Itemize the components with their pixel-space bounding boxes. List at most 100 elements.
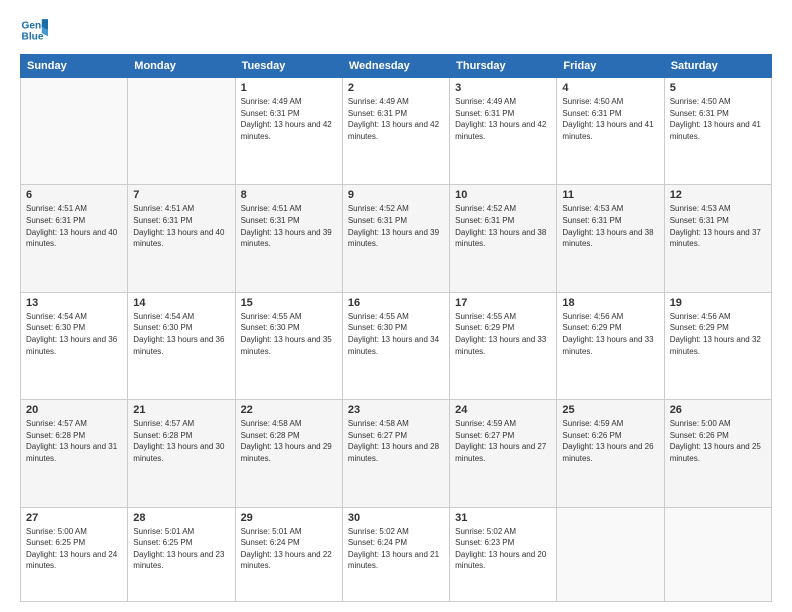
day-info: Sunrise: 4:58 AM Sunset: 6:28 PM Dayligh… — [241, 418, 337, 464]
day-number: 17 — [455, 297, 551, 309]
calendar-week-row: 1 Sunrise: 4:49 AM Sunset: 6:31 PM Daylig… — [21, 78, 772, 185]
logo-icon: General Blue — [20, 16, 48, 44]
day-number: 1 — [241, 82, 337, 94]
weekday-header-cell: Wednesday — [342, 55, 449, 78]
calendar-day-cell: 31Sunrise: 5:02 AM Sunset: 6:23 PM Dayli… — [450, 507, 557, 601]
day-number: 22 — [241, 404, 337, 416]
day-number: 12 — [670, 189, 766, 201]
day-number: 5 — [670, 82, 766, 94]
day-number: 29 — [241, 512, 337, 524]
calendar-day-cell: 20 Sunrise: 4:57 AM Sunset: 6:28 PM Dayli… — [21, 400, 128, 507]
calendar-day-cell: 28 Sunrise: 5:01 AM Sunset: 6:25 PM Dayli… — [128, 507, 235, 601]
day-number: 23 — [348, 404, 444, 416]
day-info: Sunrise: 4:56 AM Sunset: 6:29 PM Dayligh… — [562, 311, 658, 357]
day-info: Sunrise: 4:53 AM Sunset: 6:31 PM Dayligh… — [670, 203, 766, 249]
weekday-header-cell: Friday — [557, 55, 664, 78]
day-info: Sunrise: 4:51 AM Sunset: 6:31 PM Dayligh… — [133, 203, 229, 249]
weekday-header-cell: Thursday — [450, 55, 557, 78]
day-number: 10 — [455, 189, 551, 201]
day-info: Sunrise: 4:49 AM Sunset: 6:31 PM Dayligh… — [348, 96, 444, 142]
weekday-header-cell: Tuesday — [235, 55, 342, 78]
calendar-day-cell: 7 Sunrise: 4:51 AM Sunset: 6:31 PM Daylig… — [128, 185, 235, 292]
day-number: 9 — [348, 189, 444, 201]
day-number: 6 — [26, 189, 122, 201]
calendar-day-cell: 23Sunrise: 4:58 AM Sunset: 6:27 PM Dayli… — [342, 400, 449, 507]
calendar-day-cell: 24 Sunrise: 4:59 AM Sunset: 6:27 PM Dayli… — [450, 400, 557, 507]
calendar-day-cell: 21Sunrise: 4:57 AM Sunset: 6:28 PM Dayli… — [128, 400, 235, 507]
day-number: 18 — [562, 297, 658, 309]
day-info: Sunrise: 4:55 AM Sunset: 6:30 PM Dayligh… — [241, 311, 337, 357]
calendar-day-cell: 3 Sunrise: 4:49 AM Sunset: 6:31 PM Daylig… — [450, 78, 557, 185]
calendar-day-cell: 6 Sunrise: 4:51 AM Sunset: 6:31 PM Daylig… — [21, 185, 128, 292]
day-info: Sunrise: 4:51 AM Sunset: 6:31 PM Dayligh… — [241, 203, 337, 249]
day-number: 2 — [348, 82, 444, 94]
calendar-week-row: 27 Sunrise: 5:00 AM Sunset: 6:25 PM Dayli… — [21, 507, 772, 601]
day-number: 27 — [26, 512, 122, 524]
day-info: Sunrise: 4:55 AM Sunset: 6:29 PM Dayligh… — [455, 311, 551, 357]
calendar-day-cell — [664, 507, 771, 601]
calendar-day-cell: 19 Sunrise: 4:56 AM Sunset: 6:29 PM Dayli… — [664, 292, 771, 399]
calendar-day-cell: 14 Sunrise: 4:54 AM Sunset: 6:30 PM Dayli… — [128, 292, 235, 399]
day-info: Sunrise: 4:50 AM Sunset: 6:31 PM Dayligh… — [670, 96, 766, 142]
calendar-day-cell: 22 Sunrise: 4:58 AM Sunset: 6:28 PM Dayli… — [235, 400, 342, 507]
calendar-day-cell: 10 Sunrise: 4:52 AM Sunset: 6:31 PM Dayli… — [450, 185, 557, 292]
calendar-day-cell: 17 Sunrise: 4:55 AM Sunset: 6:29 PM Dayli… — [450, 292, 557, 399]
day-info: Sunrise: 4:59 AM Sunset: 6:27 PM Dayligh… — [455, 418, 551, 464]
calendar-day-cell: 9 Sunrise: 4:52 AM Sunset: 6:31 PM Daylig… — [342, 185, 449, 292]
weekday-header-cell: Monday — [128, 55, 235, 78]
day-info: Sunrise: 4:57 AM Sunset: 6:28 PM Dayligh… — [133, 418, 229, 464]
calendar-page: General Blue SundayMondayTuesdayWednesda… — [0, 0, 792, 612]
calendar-day-cell — [557, 507, 664, 601]
day-number: 7 — [133, 189, 229, 201]
day-number: 8 — [241, 189, 337, 201]
calendar-day-cell — [128, 78, 235, 185]
day-info: Sunrise: 4:51 AM Sunset: 6:31 PM Dayligh… — [26, 203, 122, 249]
day-number: 20 — [26, 404, 122, 416]
day-info: Sunrise: 4:52 AM Sunset: 6:31 PM Dayligh… — [348, 203, 444, 249]
day-number: 31 — [455, 512, 551, 524]
calendar-day-cell: 15 Sunrise: 4:55 AM Sunset: 6:30 PM Dayli… — [235, 292, 342, 399]
calendar-day-cell: 2 Sunrise: 4:49 AM Sunset: 6:31 PM Daylig… — [342, 78, 449, 185]
svg-text:Blue: Blue — [22, 31, 44, 42]
day-number: 24 — [455, 404, 551, 416]
day-info: Sunrise: 4:53 AM Sunset: 6:31 PM Dayligh… — [562, 203, 658, 249]
day-number: 11 — [562, 189, 658, 201]
day-info: Sunrise: 4:49 AM Sunset: 6:31 PM Dayligh… — [455, 96, 551, 142]
day-number: 4 — [562, 82, 658, 94]
calendar-body: 1 Sunrise: 4:49 AM Sunset: 6:31 PM Daylig… — [21, 78, 772, 602]
calendar-day-cell: 18 Sunrise: 4:56 AM Sunset: 6:29 PM Dayli… — [557, 292, 664, 399]
calendar-day-cell: 8 Sunrise: 4:51 AM Sunset: 6:31 PM Daylig… — [235, 185, 342, 292]
day-info: Sunrise: 5:01 AM Sunset: 6:24 PM Dayligh… — [241, 526, 337, 572]
logo: General Blue — [20, 16, 48, 44]
day-info: Sunrise: 4:54 AM Sunset: 6:30 PM Dayligh… — [133, 311, 229, 357]
day-number: 30 — [348, 512, 444, 524]
calendar-day-cell — [21, 78, 128, 185]
day-number: 3 — [455, 82, 551, 94]
calendar-day-cell: 4 Sunrise: 4:50 AM Sunset: 6:31 PM Daylig… — [557, 78, 664, 185]
day-number: 14 — [133, 297, 229, 309]
calendar-day-cell: 12 Sunrise: 4:53 AM Sunset: 6:31 PM Dayli… — [664, 185, 771, 292]
calendar-day-cell: 26Sunrise: 5:00 AM Sunset: 6:26 PM Dayli… — [664, 400, 771, 507]
day-info: Sunrise: 4:52 AM Sunset: 6:31 PM Dayligh… — [455, 203, 551, 249]
calendar-day-cell: 1 Sunrise: 4:49 AM Sunset: 6:31 PM Daylig… — [235, 78, 342, 185]
day-number: 15 — [241, 297, 337, 309]
calendar-day-cell: 11 Sunrise: 4:53 AM Sunset: 6:31 PM Dayli… — [557, 185, 664, 292]
day-info: Sunrise: 4:50 AM Sunset: 6:31 PM Dayligh… — [562, 96, 658, 142]
day-info: Sunrise: 4:49 AM Sunset: 6:31 PM Dayligh… — [241, 96, 337, 142]
day-number: 16 — [348, 297, 444, 309]
calendar-day-cell: 16 Sunrise: 4:55 AM Sunset: 6:30 PM Dayli… — [342, 292, 449, 399]
day-info: Sunrise: 5:00 AM Sunset: 6:25 PM Dayligh… — [26, 526, 122, 572]
day-info: Sunrise: 4:55 AM Sunset: 6:30 PM Dayligh… — [348, 311, 444, 357]
day-number: 19 — [670, 297, 766, 309]
weekday-header-cell: Saturday — [664, 55, 771, 78]
day-info: Sunrise: 4:56 AM Sunset: 6:29 PM Dayligh… — [670, 311, 766, 357]
day-info: Sunrise: 4:57 AM Sunset: 6:28 PM Dayligh… — [26, 418, 122, 464]
day-number: 28 — [133, 512, 229, 524]
day-info: Sunrise: 4:59 AM Sunset: 6:26 PM Dayligh… — [562, 418, 658, 464]
day-info: Sunrise: 5:01 AM Sunset: 6:25 PM Dayligh… — [133, 526, 229, 572]
header: General Blue — [20, 16, 772, 44]
calendar-week-row: 6 Sunrise: 4:51 AM Sunset: 6:31 PM Daylig… — [21, 185, 772, 292]
calendar-day-cell: 29 Sunrise: 5:01 AM Sunset: 6:24 PM Dayli… — [235, 507, 342, 601]
calendar-day-cell: 27 Sunrise: 5:00 AM Sunset: 6:25 PM Dayli… — [21, 507, 128, 601]
calendar-week-row: 20 Sunrise: 4:57 AM Sunset: 6:28 PM Dayli… — [21, 400, 772, 507]
